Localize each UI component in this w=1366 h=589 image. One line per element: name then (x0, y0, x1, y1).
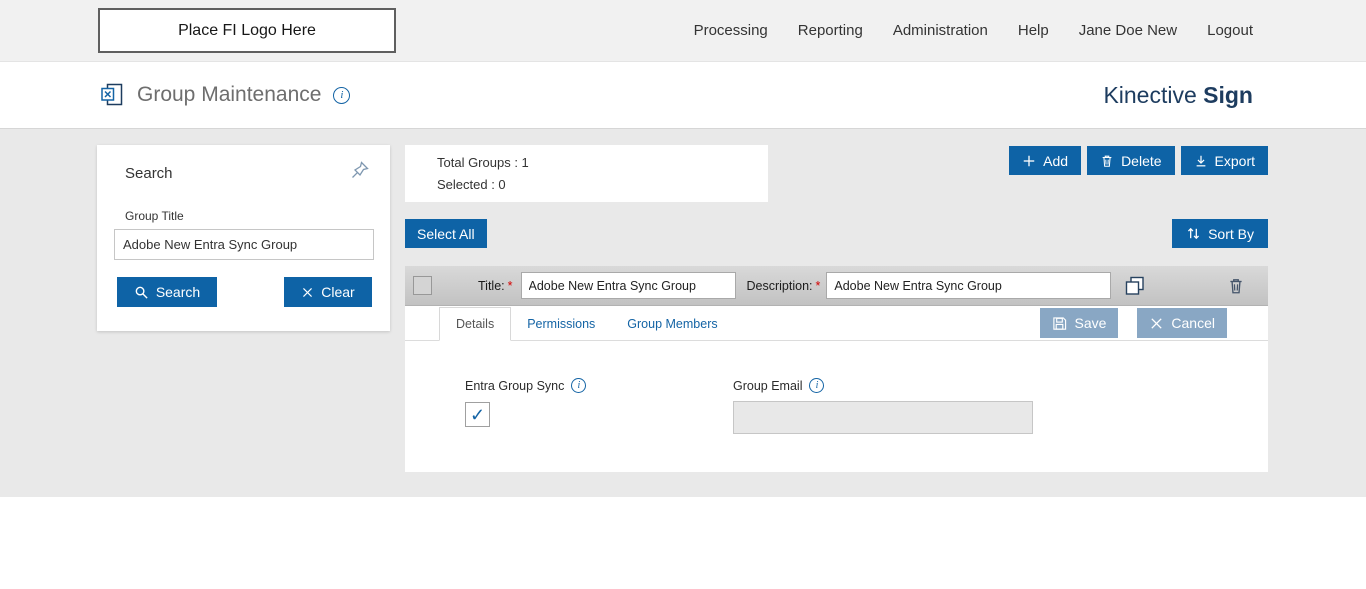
row-delete-icon[interactable] (1227, 276, 1245, 296)
nav-item-processing[interactable]: Processing (694, 22, 768, 39)
sort-by-button[interactable]: Sort By (1172, 219, 1268, 248)
entra-group-sync-info-icon[interactable]: i (571, 378, 586, 393)
sort-by-label: Sort By (1208, 226, 1254, 242)
groups-content: Total Groups : 1 Selected : 0 Add (405, 145, 1268, 472)
summary-box: Total Groups : 1 Selected : 0 (405, 145, 768, 202)
clear-button-label: Clear (321, 284, 354, 300)
search-buttons: Search Clear (117, 277, 372, 307)
group-title-search-input[interactable] (114, 229, 374, 260)
tab-permissions[interactable]: Permissions (511, 308, 611, 340)
group-row-checkbox[interactable] (413, 276, 432, 295)
tab-group-members[interactable]: Group Members (611, 308, 733, 340)
group-email-label-row: Group Email i (733, 378, 1033, 393)
trash-icon (1100, 154, 1114, 168)
plus-icon (1022, 154, 1036, 168)
group-maintenance-icon (99, 82, 125, 108)
group-email-input (733, 401, 1033, 434)
fi-logo-placeholder: Place FI Logo Here (98, 8, 396, 53)
checkmark-icon: ✓ (470, 406, 485, 424)
list-controls-row: Select All Sort By (405, 219, 1268, 248)
brand-logo: Kinective Sign (1103, 82, 1366, 109)
add-button-label: Add (1043, 153, 1068, 169)
title-label: Title:* (478, 279, 513, 293)
cancel-button-label: Cancel (1171, 315, 1215, 331)
top-nav: Processing Reporting Administration Help… (694, 22, 1366, 39)
search-panel: Search Group Title (97, 145, 390, 331)
delete-button-label: Delete (1121, 153, 1161, 169)
toolbar: Add Delete (1009, 146, 1268, 175)
entra-group-sync-field: Entra Group Sync i ✓ (465, 378, 733, 434)
top-bar: Place FI Logo Here Processing Reporting … (0, 0, 1366, 62)
export-button-label: Export (1215, 153, 1255, 169)
page-header: Group Maintenance i Kinective Sign (0, 62, 1366, 129)
export-button[interactable]: Export (1181, 146, 1268, 175)
group-description-input[interactable] (826, 272, 1111, 299)
main-content: Search Group Title (0, 129, 1366, 497)
tab-details[interactable]: Details (439, 307, 511, 341)
delete-button[interactable]: Delete (1087, 146, 1174, 175)
selected-text: Selected : 0 (437, 177, 768, 192)
page-info-icon[interactable]: i (333, 87, 350, 104)
search-icon (134, 285, 149, 300)
group-row: Title:* Description:* (405, 266, 1268, 306)
pin-icon[interactable] (350, 160, 370, 180)
group-title-input[interactable] (521, 272, 736, 299)
summary-toolbar-row: Total Groups : 1 Selected : 0 Add (405, 145, 1268, 202)
title-label-text: Title: (478, 279, 505, 293)
select-all-label: Select All (417, 226, 475, 242)
select-all-button[interactable]: Select All (405, 219, 487, 248)
entra-group-sync-label-row: Entra Group Sync i (465, 378, 733, 393)
brand-bold: Sign (1203, 82, 1253, 108)
nav-item-logout[interactable]: Logout (1207, 22, 1253, 39)
entra-group-sync-label: Entra Group Sync (465, 379, 564, 393)
group-email-info-icon[interactable]: i (809, 378, 824, 393)
search-button-label: Search (156, 284, 200, 300)
search-panel-header: Search (97, 145, 390, 183)
group-email-label: Group Email (733, 379, 802, 393)
page: Place FI Logo Here Processing Reporting … (0, 0, 1366, 589)
description-label: Description:* (747, 279, 821, 293)
description-required-marker: * (816, 279, 821, 293)
page-title: Group Maintenance (137, 83, 321, 107)
save-button-label: Save (1074, 315, 1106, 331)
save-cancel-actions: Save Cancel (1040, 308, 1227, 338)
nav-item-user[interactable]: Jane Doe New (1079, 22, 1177, 39)
fi-logo-text: Place FI Logo Here (178, 22, 316, 40)
export-icon (1194, 154, 1208, 168)
nav-item-reporting[interactable]: Reporting (798, 22, 863, 39)
group-email-field: Group Email i (733, 378, 1033, 434)
search-panel-title: Search (125, 165, 173, 182)
details-tab-content: Entra Group Sync i ✓ Group Email i (405, 341, 1268, 434)
nav-item-help[interactable]: Help (1018, 22, 1049, 39)
entra-group-sync-checkbox[interactable]: ✓ (465, 402, 490, 427)
save-icon (1052, 316, 1067, 331)
group-detail-panel: Details Permissions Group Members (405, 306, 1268, 472)
sort-icon (1186, 226, 1201, 241)
title-required-marker: * (508, 279, 513, 293)
tab-strip: Details Permissions Group Members (405, 306, 1268, 341)
add-button[interactable]: Add (1009, 146, 1081, 175)
total-groups-text: Total Groups : 1 (437, 155, 768, 170)
search-button[interactable]: Search (117, 277, 217, 307)
clear-x-icon (301, 286, 314, 299)
cancel-button[interactable]: Cancel (1137, 308, 1227, 338)
cancel-x-icon (1149, 316, 1164, 331)
nav-item-administration[interactable]: Administration (893, 22, 988, 39)
clear-button[interactable]: Clear (284, 277, 372, 307)
copy-icon[interactable] (1123, 274, 1147, 298)
save-button[interactable]: Save (1040, 308, 1118, 338)
group-title-label: Group Title (125, 209, 390, 223)
description-label-text: Description: (747, 279, 813, 293)
brand-regular: Kinective (1103, 82, 1196, 108)
page-title-group: Group Maintenance i (99, 82, 350, 108)
